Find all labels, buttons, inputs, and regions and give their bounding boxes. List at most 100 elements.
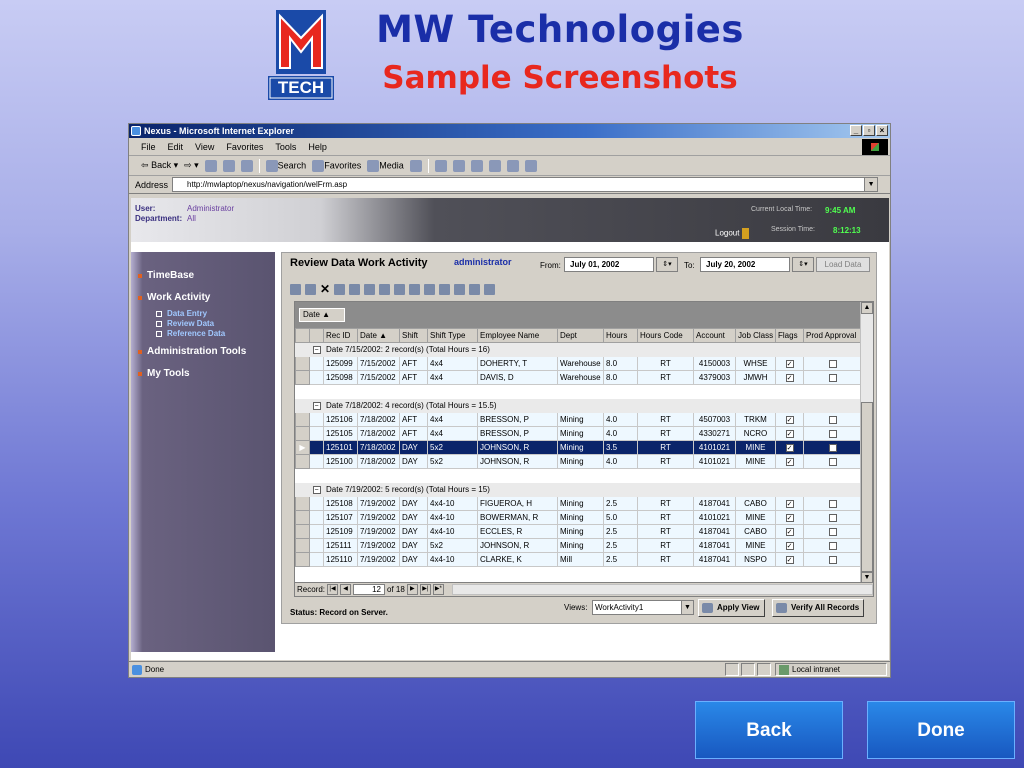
collapse-toggle[interactable]: − — [309, 342, 324, 357]
cell-rec-id[interactable]: 125106 — [323, 412, 358, 427]
cell-shift-type[interactable]: 5x2 — [427, 538, 478, 553]
cell-shift-type[interactable]: 4x4-10 — [427, 496, 478, 511]
home-icon[interactable] — [240, 159, 253, 172]
load-data-button[interactable]: Load Data — [816, 257, 870, 272]
cell-employee[interactable]: FIGUEROA, H — [477, 496, 558, 511]
cell-date[interactable]: 7/18/2002 — [357, 426, 400, 441]
cell-employee[interactable]: DAVIS, D — [477, 370, 558, 385]
verify-all-button[interactable]: Verify All Records — [772, 599, 865, 617]
approval-checkbox[interactable] — [829, 457, 837, 466]
cell-prod-approval[interactable] — [803, 510, 863, 525]
scroll-up-icon[interactable]: ▲ — [861, 302, 873, 314]
cell-account[interactable]: 4101021 — [693, 440, 736, 455]
favorites-button[interactable]: Favorites — [312, 159, 361, 172]
stop-icon[interactable] — [204, 159, 217, 172]
cell-shift-type[interactable]: 4x4 — [427, 412, 478, 427]
cell-flags[interactable]: ✓ — [775, 552, 804, 567]
cell-dept[interactable]: Mill — [557, 552, 604, 567]
search-button[interactable]: Search — [265, 159, 306, 172]
cell-shift[interactable]: AFT — [399, 426, 428, 441]
cell-shift-type[interactable]: 4x4-10 — [427, 510, 478, 525]
group-chip-date[interactable]: Date ▲ — [299, 308, 345, 322]
cell-rec-id[interactable]: 125098 — [323, 370, 358, 385]
cell-employee[interactable]: CLARKE, K — [477, 552, 558, 567]
media-button[interactable]: Media — [367, 159, 404, 172]
cell-job-class[interactable]: CABO — [735, 524, 776, 539]
cell-flags[interactable]: ✓ — [775, 538, 804, 553]
cell-date[interactable]: 7/18/2002 — [357, 454, 400, 469]
flag-checkbox[interactable]: ✓ — [785, 415, 794, 424]
cell-shift-type[interactable]: 4x4 — [427, 426, 478, 441]
logout-link[interactable]: Logout — [715, 228, 749, 239]
cell-flags[interactable]: ✓ — [775, 370, 804, 385]
cell-hours-code[interactable]: RT — [637, 426, 694, 441]
views-select[interactable]: WorkActivity1 ▼ — [592, 600, 694, 615]
cell-hours[interactable]: 8.0 — [603, 370, 638, 385]
flag-checkbox[interactable]: ✓ — [785, 457, 794, 466]
cell-dept[interactable]: Mining — [557, 524, 604, 539]
cell-account[interactable]: 4187041 — [693, 524, 736, 539]
cell-prod-approval[interactable] — [803, 538, 863, 553]
cell-shift-type[interactable]: 4x4-10 — [427, 524, 478, 539]
cell-employee[interactable]: JOHNSON, R — [477, 538, 558, 553]
scroll-thumb[interactable] — [861, 402, 873, 572]
sort-icon[interactable] — [424, 283, 436, 295]
cell-job-class[interactable]: JMWH — [735, 370, 776, 385]
menu-view[interactable]: View — [195, 142, 214, 152]
back-button[interactable]: ⇦ Back ▾ — [141, 160, 178, 171]
cell-shift[interactable]: AFT — [399, 370, 428, 385]
new-record-nav-icon[interactable]: ▶* — [432, 584, 444, 595]
research-icon[interactable] — [506, 159, 519, 172]
cell-dept[interactable]: Mining — [557, 538, 604, 553]
cell-rec-id[interactable]: 125107 — [323, 510, 358, 525]
group-header-row[interactable]: − Date 7/15/2002: 2 record(s) (Total Hour… — [295, 342, 863, 357]
table-row[interactable]: 125099 7/15/2002 AFT 4x4 DOHERTY, T Warehouse… — [295, 356, 863, 371]
grid-vertical-scrollbar[interactable]: ▲ ▼ — [860, 302, 873, 584]
approval-checkbox[interactable] — [829, 499, 837, 508]
table-row[interactable]: 125109 7/19/2002 DAY 4x4-10 ECCLES, R Mining 2… — [295, 524, 863, 539]
cell-hours-code[interactable]: RT — [637, 496, 694, 511]
history-icon[interactable] — [409, 159, 422, 172]
cell-account[interactable]: 4507003 — [693, 412, 736, 427]
close-button[interactable]: × — [876, 125, 888, 136]
col-hours[interactable]: Hours — [603, 328, 638, 343]
cell-hours[interactable]: 3.5 — [603, 440, 638, 455]
restore-button[interactable]: ▫ — [863, 125, 875, 136]
cell-shift-type[interactable]: 4x4-10 — [427, 552, 478, 567]
cell-hours[interactable]: 8.0 — [603, 356, 638, 371]
cell-prod-approval[interactable] — [803, 370, 863, 385]
cell-flags[interactable]: ✓ — [775, 510, 804, 525]
table-row[interactable]: 125100 7/18/2002 DAY 5x2 JOHNSON, R Mining 4.0… — [295, 454, 863, 469]
cell-job-class[interactable]: MINE — [735, 510, 776, 525]
verify-icon[interactable] — [484, 283, 496, 295]
cell-rec-id[interactable]: 125105 — [323, 426, 358, 441]
first-record-icon[interactable]: |◀ — [327, 584, 339, 595]
approval-checkbox[interactable] — [829, 527, 837, 536]
cell-shift[interactable]: DAY — [399, 496, 428, 511]
cell-date[interactable]: 7/18/2002 — [357, 412, 400, 427]
cell-prod-approval[interactable] — [803, 496, 863, 511]
cell-rec-id[interactable]: 125099 — [323, 356, 358, 371]
cell-prod-approval[interactable] — [803, 356, 863, 371]
export-icon[interactable] — [349, 283, 361, 295]
back-slide-button[interactable]: Back — [695, 701, 843, 759]
mail-icon[interactable] — [434, 159, 447, 172]
minimize-button[interactable]: _ — [850, 125, 862, 136]
cell-rec-id[interactable]: 125108 — [323, 496, 358, 511]
cell-prod-approval[interactable] — [803, 552, 863, 567]
cell-shift[interactable]: DAY — [399, 552, 428, 567]
cell-dept[interactable]: Warehouse — [557, 370, 604, 385]
cell-prod-approval[interactable] — [803, 412, 863, 427]
cell-dept[interactable]: Mining — [557, 412, 604, 427]
cell-hours-code[interactable]: RT — [637, 440, 694, 455]
cell-account[interactable]: 4379003 — [693, 370, 736, 385]
forward-button[interactable]: ⇨ ▾ — [184, 160, 199, 171]
flag-checkbox[interactable]: ✓ — [785, 541, 794, 550]
cell-hours-code[interactable]: RT — [637, 510, 694, 525]
to-date-input[interactable]: July 20, 2002 — [700, 257, 790, 272]
glasses-icon[interactable] — [469, 283, 481, 295]
cell-job-class[interactable]: MINE — [735, 440, 776, 455]
cell-shift-type[interactable]: 4x4 — [427, 370, 478, 385]
done-slide-button[interactable]: Done — [867, 701, 1015, 759]
last-record-icon[interactable]: ▶| — [419, 584, 431, 595]
